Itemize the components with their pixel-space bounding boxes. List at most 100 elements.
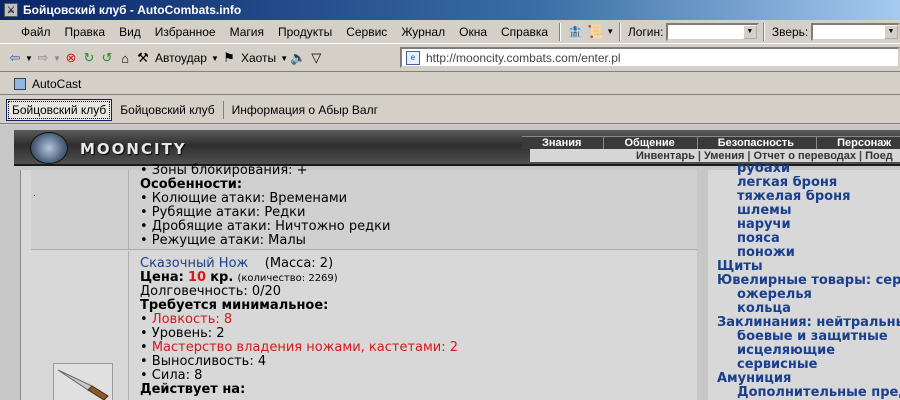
back-icon[interactable]: ⇦ [6,49,24,67]
bank-icon[interactable]: 🏦 [565,22,585,42]
chevron-down-icon[interactable]: ▼ [210,49,220,67]
scroll-icon[interactable]: 📜 [585,22,605,42]
prop-line: • Колющие атаки: Временами [140,191,348,206]
login-label: Логин: [627,24,664,39]
sidebar-category-link[interactable]: рубахи [708,162,900,176]
item-price-line: Цена: 10 кр. (количество: 2269) [140,271,458,285]
refresh-icon[interactable]: ↻ [80,49,98,67]
nav-communication[interactable]: Общение [604,137,698,149]
subnav-divider: | [747,149,751,162]
navigation-toolbar: ⇦ ▼ ⇨ ▼ ⊗ ↻ ↺ ⌂ ⚒ Автоудар ▼ ⚑ Хаоты ▼ 🔈… [0,45,900,72]
sidebar-category-link[interactable]: боевые и защитные [708,330,900,344]
prop-heading: Особенности: [140,177,243,192]
acts-on-heading: Действует на: [140,382,246,397]
menu-magic[interactable]: Магия [223,25,271,39]
menu-help[interactable]: Справка [494,25,555,39]
sidebar-category-link[interactable]: Амуниция [708,372,900,386]
tab-player-info[interactable]: Информация о Абыр Валг [227,100,383,120]
subnav-more[interactable]: Поед [865,150,893,162]
sidebar-category-link[interactable]: кольца [708,302,900,316]
sidebar-category-link[interactable]: пояса [708,232,900,246]
price-unit: кр. [210,270,234,285]
autocast-button[interactable]: AutoCast [32,77,81,91]
knife-icon [57,369,109,400]
req-skill: Мастерство владения ножами, кастетами: 2 [151,340,459,355]
stop-icon[interactable]: ⊗ [62,49,80,67]
autostrike-button[interactable]: Автоудар [152,51,210,65]
sidebar-category-link[interactable]: Дополнительные предм [708,386,900,400]
chevron-down-icon[interactable]: ▼ [52,49,62,67]
subnav-skills[interactable]: Умения [704,150,744,162]
item-mass: (Масса: 2) [264,256,334,271]
tab-fight-club[interactable]: Бойцовский клуб [115,100,219,120]
sidebar-category-link[interactable]: легкая броня [708,176,900,190]
req-dexterity-line: • Ловкость: 8 [140,312,233,327]
chevron-down-icon[interactable]: ▼ [24,49,34,67]
menu-windows[interactable]: Окна [452,25,494,39]
autocast-icon [14,77,26,90]
sidebar-category-link[interactable]: Заклинания: нейтральные [708,316,900,330]
tab-separator [222,100,224,119]
sidebar-category-link[interactable]: поножи [708,246,900,260]
sidebar-category-link[interactable]: сервисные [708,358,900,372]
shop-content: . • Зоны блокирования: + Особенности: • … [20,164,697,400]
menu-journal[interactable]: Журнал [394,25,452,39]
prev-item-props: • Зоны блокирования: + Особенности: • Ко… [140,164,390,248]
bullet-mark: . [33,188,36,199]
reload-icon[interactable]: ↺ [98,49,116,67]
subnav-transfers[interactable]: Отчет о переводах [753,150,856,162]
chevron-down-icon[interactable]: ▼ [606,22,615,42]
sidebar-category-link[interactable]: ожерелья [708,288,900,302]
subnav-inventory[interactable]: Инвентарь [636,150,695,162]
menu-products[interactable]: Продукты [271,25,339,39]
chevron-down-icon[interactable]: ▼ [742,24,757,39]
req-dexterity: Ловкость: 8 [151,312,233,327]
sidebar-category-link[interactable]: Щиты [708,260,900,274]
nav-security[interactable]: Безопасность [698,137,818,149]
nav-knowledge[interactable]: Знания [522,137,605,149]
sidebar-category-link[interactable]: наручи [708,218,900,232]
menu-edit[interactable]: Правка [58,25,113,39]
menu-favorites[interactable]: Избранное [148,25,223,39]
sidebar-category-link[interactable]: Ювелирные товары: серьги [708,274,900,288]
filter-icon[interactable]: ▽ [307,49,325,67]
sidebar-category-link[interactable]: исцеляющие [708,344,900,358]
tab-bar: Бойцовский клуб Бойцовский клуб Информац… [0,96,900,124]
menu-file[interactable]: Файл [14,25,58,39]
nav-character[interactable]: Персонаж [817,137,900,149]
menu-view[interactable]: Вид [112,25,148,39]
address-text: http://mooncity.combats.com/enter.pl [426,50,621,65]
menu-separator [559,22,562,41]
web-page: MOONCITY Знания Общение Безопасность Пер… [0,125,900,400]
pet-label: Зверь: [771,24,809,39]
chevron-down-icon[interactable]: ▼ [279,49,289,67]
price-value: 10 [187,270,207,285]
login-select[interactable]: ▼ [666,22,759,41]
chaos-icon: ⚑ [223,50,235,65]
menu-bar: Файл Правка Вид Избранное Магия Продукты… [0,20,900,44]
chaos-button[interactable]: Хаоты [238,51,279,65]
page-icon: e [406,50,420,65]
item-name-link[interactable]: Сказочный Нож [140,256,248,271]
title-bar: ⚔ Бойцовский клуб - AutoCombats.info [0,0,900,20]
autocast-bar: AutoCast [0,73,900,95]
item-section: Сказочный Нож (Масса: 2) Цена: 10 кр. (к… [31,251,697,400]
forward-icon[interactable]: ⇨ [34,49,52,67]
sidebar-category-link[interactable]: шлемы [708,204,900,218]
item-durability: Долговечность: 0/20 [140,284,282,299]
chevron-down-icon[interactable]: ▼ [884,24,898,39]
speaker-icon[interactable]: 🔈 [289,49,307,67]
tools-icon[interactable]: ⚒ [134,49,152,67]
item-image-column: . [31,170,129,249]
menu-separator [762,22,765,41]
prop-line: • Зоны блокирования: + [140,163,308,178]
req-strength: • Сила: 8 [140,368,203,383]
pet-select[interactable]: ▼ [811,22,900,41]
menu-service[interactable]: Сервис [339,25,394,39]
address-bar[interactable]: e http://mooncity.combats.com/enter.pl [400,47,900,68]
tab-fight-club-active[interactable]: Бойцовский клуб [6,98,113,121]
price-label: Цена: [140,270,184,285]
home-icon[interactable]: ⌂ [116,49,134,67]
sidebar-category-link[interactable]: тяжелая броня [708,190,900,204]
knife-image[interactable] [53,363,113,400]
